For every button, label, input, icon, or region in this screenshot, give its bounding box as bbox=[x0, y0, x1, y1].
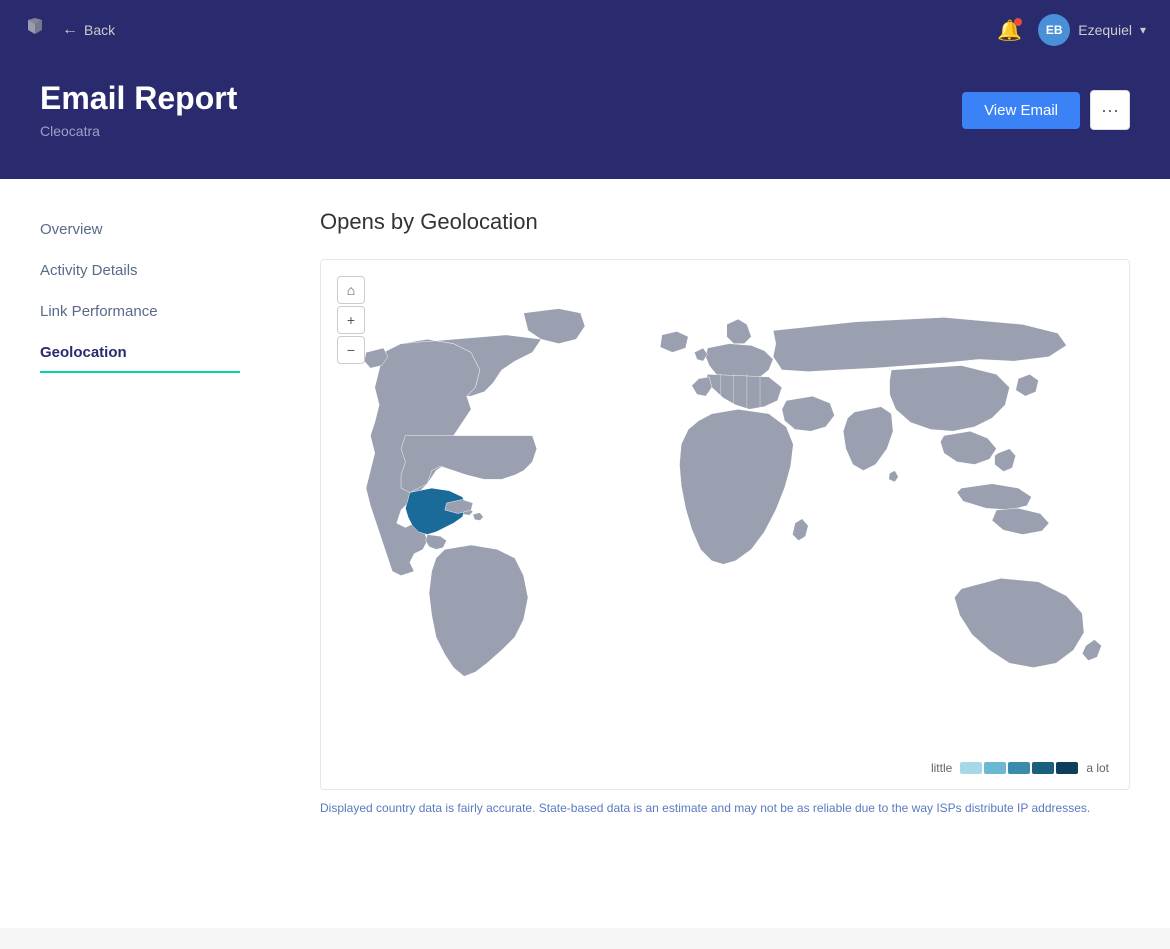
back-button[interactable]: ← Back bbox=[62, 21, 115, 39]
sidebar-item-link-performance[interactable]: Link Performance bbox=[0, 291, 280, 332]
user-menu-button[interactable]: EB Ezequiel ▾ bbox=[1038, 14, 1146, 46]
home-icon: ⌂ bbox=[347, 282, 355, 298]
map-container: ⌂ + − bbox=[320, 259, 1130, 790]
page-area: Opens by Geolocation ⌂ + − bbox=[280, 179, 1170, 928]
main-content: Overview Activity Details Link Performan… bbox=[0, 179, 1170, 928]
chevron-down-icon: ▾ bbox=[1140, 23, 1146, 37]
more-options-button[interactable]: ··· bbox=[1090, 90, 1130, 130]
legend-swatch-1 bbox=[960, 762, 982, 774]
page-subtitle: Cleocatra bbox=[40, 123, 237, 139]
map-zoomout-button[interactable]: − bbox=[337, 336, 365, 364]
page-title: Email Report bbox=[40, 80, 237, 117]
notification-button[interactable]: 🔔 bbox=[997, 18, 1022, 43]
notification-dot bbox=[1014, 18, 1022, 26]
section-title: Opens by Geolocation bbox=[320, 209, 1130, 235]
header-section: Email Report Cleocatra View Email ··· bbox=[0, 60, 1170, 179]
map-zoomin-button[interactable]: + bbox=[337, 306, 365, 334]
topnav-right: 🔔 EB Ezequiel ▾ bbox=[997, 14, 1146, 46]
map-home-button[interactable]: ⌂ bbox=[337, 276, 365, 304]
back-arrow-icon: ← bbox=[62, 21, 78, 39]
sidebar-item-geolocation[interactable]: Geolocation bbox=[0, 332, 280, 373]
top-nav: ← Back 🔔 EB Ezequiel ▾ bbox=[0, 0, 1170, 60]
topnav-left: ← Back bbox=[24, 16, 115, 44]
map-legend: little a lot bbox=[331, 755, 1119, 779]
map-note: Displayed country data is fairly accurat… bbox=[320, 790, 1130, 821]
zoom-in-icon: + bbox=[347, 312, 355, 328]
sidebar-item-overview[interactable]: Overview bbox=[0, 209, 280, 250]
legend-alot-label: a lot bbox=[1086, 761, 1109, 775]
back-label: Back bbox=[84, 22, 115, 38]
legend-gradient bbox=[960, 762, 1078, 774]
user-name: Ezequiel bbox=[1078, 22, 1132, 38]
logo-icon bbox=[24, 16, 46, 44]
view-email-button[interactable]: View Email bbox=[962, 92, 1080, 129]
world-map bbox=[331, 270, 1119, 750]
sidebar-item-activity-details[interactable]: Activity Details bbox=[0, 250, 280, 291]
legend-little-label: little bbox=[931, 761, 952, 775]
legend-swatch-4 bbox=[1032, 762, 1054, 774]
header-left: Email Report Cleocatra bbox=[40, 80, 237, 139]
zoom-out-icon: − bbox=[347, 342, 355, 358]
avatar: EB bbox=[1038, 14, 1070, 46]
header-actions: View Email ··· bbox=[962, 90, 1130, 130]
map-controls: ⌂ + − bbox=[337, 276, 365, 364]
legend-swatch-3 bbox=[1008, 762, 1030, 774]
sidebar: Overview Activity Details Link Performan… bbox=[0, 179, 280, 928]
legend-swatch-5 bbox=[1056, 762, 1078, 774]
legend-swatch-2 bbox=[984, 762, 1006, 774]
more-dots-icon: ··· bbox=[1101, 100, 1119, 121]
